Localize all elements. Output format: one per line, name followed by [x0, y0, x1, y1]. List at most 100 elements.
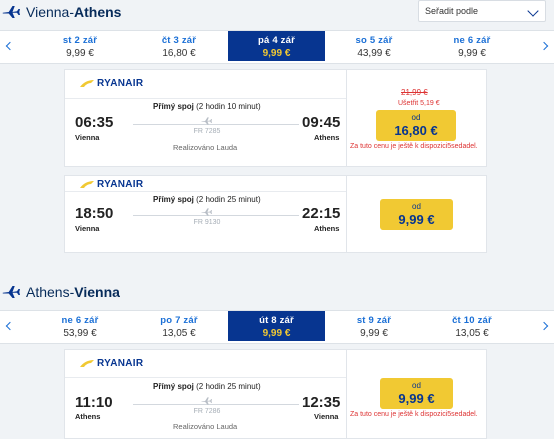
outbound-from: Vienna: [26, 4, 70, 20]
chevron-left-icon[interactable]: [3, 31, 17, 61]
day-date: st 9 zář: [356, 315, 392, 326]
select-price-button[interactable]: od 9,99 €: [380, 199, 453, 230]
day-price: 13,05 €: [455, 328, 489, 339]
chevron-left-icon[interactable]: [3, 311, 17, 341]
seat-availability-note: Za tuto cenu je ještě k dispozici5sedade…: [350, 411, 478, 418]
depart-time: 06:35: [75, 114, 114, 131]
day-price: 9,99 €: [262, 48, 291, 59]
day-price: 9,99 €: [66, 48, 94, 59]
plane-icon: [201, 397, 212, 405]
duration-text: (2 hodin 25 minut): [196, 382, 261, 391]
day-date: pá 4 zář: [258, 35, 295, 46]
depart-city: Athens: [75, 412, 101, 421]
chevron-down-icon: [527, 5, 539, 17]
return-day-0[interactable]: ne 6 zář 53,99 €: [30, 311, 130, 341]
chevron-right-icon[interactable]: [537, 31, 551, 61]
duration-text: (2 hodin 10 minut): [196, 102, 261, 111]
operated-by: Realizováno Lauda: [173, 422, 238, 431]
plane-icon: [2, 6, 20, 18]
day-date: čt 3 zář: [161, 35, 197, 46]
depart-time: 11:10: [75, 394, 113, 411]
arrive-time: 09:45: [302, 114, 341, 131]
price-value: 9,99 €: [398, 212, 435, 227]
select-price-button[interactable]: od 9,99 €: [380, 378, 453, 409]
select-price-button[interactable]: od 16,80 €: [376, 110, 456, 141]
plane-icon: [2, 286, 20, 298]
sort-dropdown[interactable]: Seřadit podle: [418, 0, 546, 22]
return-flight-card-1: RYANAIR Přímý spoj (2 hodin 25 minut) 11…: [64, 349, 487, 439]
day-date: so 5 zář: [355, 35, 393, 46]
airline-logo: RYANAIR: [79, 179, 143, 190]
outbound-header: Vienna - Athens: [0, 0, 121, 24]
day-date: po 7 zář: [160, 315, 198, 326]
day-date: st 2 zář: [62, 35, 98, 46]
from-label: od: [411, 113, 421, 122]
return-day-4[interactable]: čt 10 zář 13,05 €: [423, 311, 521, 341]
ryanair-harp-icon: [80, 360, 94, 367]
return-date-strip: ne 6 zář 53,99 € po 7 zář 13,05 € út 8 zář…: [0, 310, 554, 344]
arrive-time: 12:35: [302, 394, 341, 411]
depart-time: 18:50: [75, 205, 114, 222]
airline-name: RYANAIR: [97, 358, 144, 369]
day-price: 9,99 €: [262, 328, 291, 339]
old-price: 21,99 €: [401, 88, 428, 97]
day-date: ne 6 zář: [61, 315, 99, 326]
return-day-2-selected[interactable]: út 8 zář 9,99 €: [228, 311, 325, 341]
outbound-date-strip: st 2 zář 9,99 € čt 3 zář 16,80 € pá 4 zář 9…: [0, 30, 554, 64]
outbound-day-0[interactable]: st 2 zář 9,99 €: [30, 31, 130, 61]
operated-by: Realizováno Lauda: [173, 143, 238, 152]
day-price: 13,05 €: [162, 328, 196, 339]
duration-text: (2 hodin 25 minut): [196, 195, 261, 204]
plane-icon: [201, 117, 212, 125]
outbound-flight-card-1: RYANAIR Přímý spoj (2 hodin 10 minut) 06…: [64, 69, 487, 167]
price-value: 9,99 €: [398, 391, 435, 406]
outbound-day-4[interactable]: ne 6 zář 9,99 €: [423, 31, 521, 61]
depart-city: Vienna: [75, 133, 100, 142]
return-header: Athens - Vienna: [0, 280, 120, 304]
flight-number: FR 7285: [193, 128, 221, 135]
flight-number: FR 7286: [193, 408, 221, 415]
day-price: 43,99 €: [357, 48, 391, 59]
airline-logo: RYANAIR: [79, 78, 143, 89]
direct-text: Přímý spoj: [153, 195, 194, 204]
chevron-right-icon[interactable]: [537, 311, 551, 341]
day-date: út 8 zář: [259, 315, 294, 326]
outbound-day-3[interactable]: so 5 zář 43,99 €: [325, 31, 423, 61]
day-date: ne 6 zář: [453, 35, 491, 46]
flight-direct-label: Přímý spoj (2 hodin 25 minut): [153, 195, 261, 204]
flight-number: FR 9130: [193, 219, 221, 226]
ryanair-harp-icon: [80, 181, 94, 188]
outbound-day-1[interactable]: čt 3 zář 16,80 €: [130, 31, 228, 61]
airline-name: RYANAIR: [97, 179, 144, 190]
saving-label: Ušetřit 5,19 €: [398, 100, 440, 107]
day-price: 53,99 €: [63, 328, 97, 339]
ryanair-harp-icon: [80, 80, 94, 87]
direct-text: Přímý spoj: [153, 382, 194, 391]
day-price: 9,99 €: [458, 48, 486, 59]
outbound-day-2-selected[interactable]: pá 4 zář 9,99 €: [228, 31, 325, 61]
flight-direct-label: Přímý spoj (2 hodin 25 minut): [153, 382, 261, 391]
direct-text: Přímý spoj: [153, 102, 194, 111]
return-day-3[interactable]: st 9 zář 9,99 €: [325, 311, 423, 341]
day-price: 16,80 €: [162, 48, 196, 59]
depart-city: Vienna: [75, 224, 100, 233]
from-label: od: [412, 381, 421, 390]
arrive-city: Athens: [314, 133, 340, 142]
day-date: čt 10 zář: [452, 315, 492, 326]
seat-availability-note: Za tuto cenu je ještě k dispozici5sedade…: [350, 143, 478, 150]
return-day-1[interactable]: po 7 zář 13,05 €: [130, 311, 228, 341]
airline-name: RYANAIR: [97, 78, 144, 89]
sort-label: Seřadit podle: [425, 6, 479, 16]
outbound-to: Athens: [74, 4, 122, 20]
airline-logo: RYANAIR: [79, 358, 143, 369]
return-from: Athens: [26, 284, 70, 300]
flight-direct-label: Přímý spoj (2 hodin 10 minut): [153, 102, 261, 111]
arrive-city: Vienna: [314, 412, 339, 421]
price-value: 16,80 €: [394, 123, 438, 138]
arrive-city: Athens: [314, 224, 340, 233]
plane-icon: [201, 208, 212, 216]
arrive-time: 22:15: [302, 205, 341, 222]
return-to: Vienna: [74, 284, 120, 300]
day-price: 9,99 €: [360, 328, 388, 339]
outbound-flight-card-2: RYANAIR Přímý spoj (2 hodin 25 minut) 18…: [64, 175, 487, 253]
